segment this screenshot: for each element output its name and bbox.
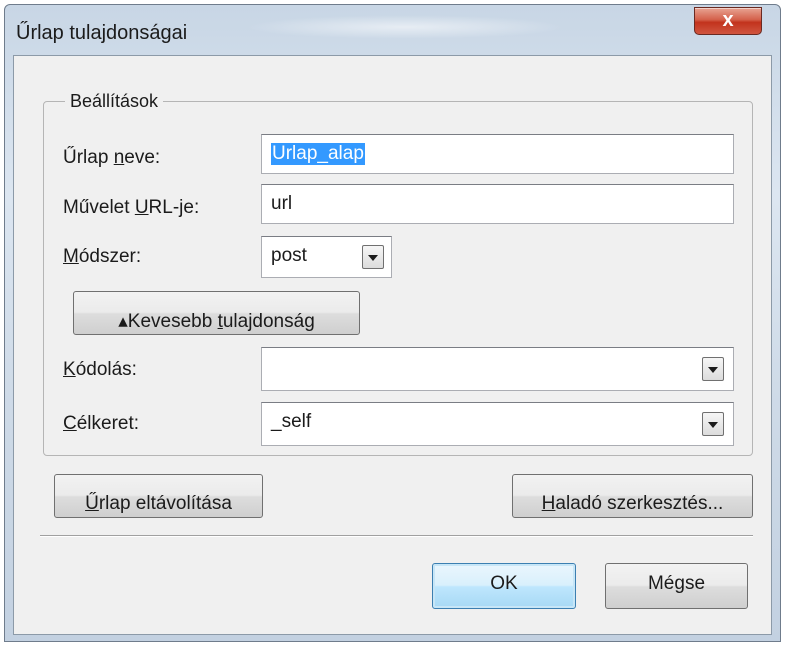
target-dropdown-arrow-icon[interactable] xyxy=(702,412,724,436)
remove-form-button[interactable]: Űrlap eltávolítása xyxy=(54,474,263,518)
form-name-input[interactable]: Urlap_alap xyxy=(261,134,734,174)
encoding-label: Kódolás: xyxy=(63,359,137,380)
less-properties-button[interactable]: ▴Kevesebb tulajdonság xyxy=(73,291,360,335)
form-name-value: Urlap_alap xyxy=(271,143,365,165)
target-select[interactable]: _self xyxy=(261,402,734,446)
window-title: Űrlap tulajdonságai xyxy=(16,22,188,44)
close-button[interactable]: x xyxy=(694,7,762,35)
form-name-label: Űrlap neve: xyxy=(63,147,161,168)
title-bar[interactable]: Űrlap tulajdonságai x xyxy=(5,5,780,55)
action-url-input[interactable]: url xyxy=(261,184,734,224)
advanced-edit-button[interactable]: Haladó szerkesztés... xyxy=(512,474,753,518)
method-select[interactable]: post xyxy=(261,236,392,278)
method-dropdown-arrow-icon[interactable] xyxy=(362,245,384,269)
encoding-select[interactable] xyxy=(261,347,734,391)
title-glow xyxy=(245,15,565,39)
target-value: _self xyxy=(271,411,312,432)
action-url-label: Művelet URL-je: xyxy=(63,197,200,218)
encoding-dropdown-arrow-icon[interactable] xyxy=(702,357,724,381)
close-icon: x xyxy=(722,9,734,31)
separator-line xyxy=(40,535,753,537)
settings-group-legend: Beállítások xyxy=(65,91,164,112)
method-label: Módszer: xyxy=(63,246,142,267)
method-value: post xyxy=(271,245,307,266)
cancel-button[interactable]: Mégse xyxy=(605,563,748,609)
target-label: Célkeret: xyxy=(63,413,140,434)
action-url-value: url xyxy=(271,193,293,214)
ok-button[interactable]: OK xyxy=(432,563,576,609)
